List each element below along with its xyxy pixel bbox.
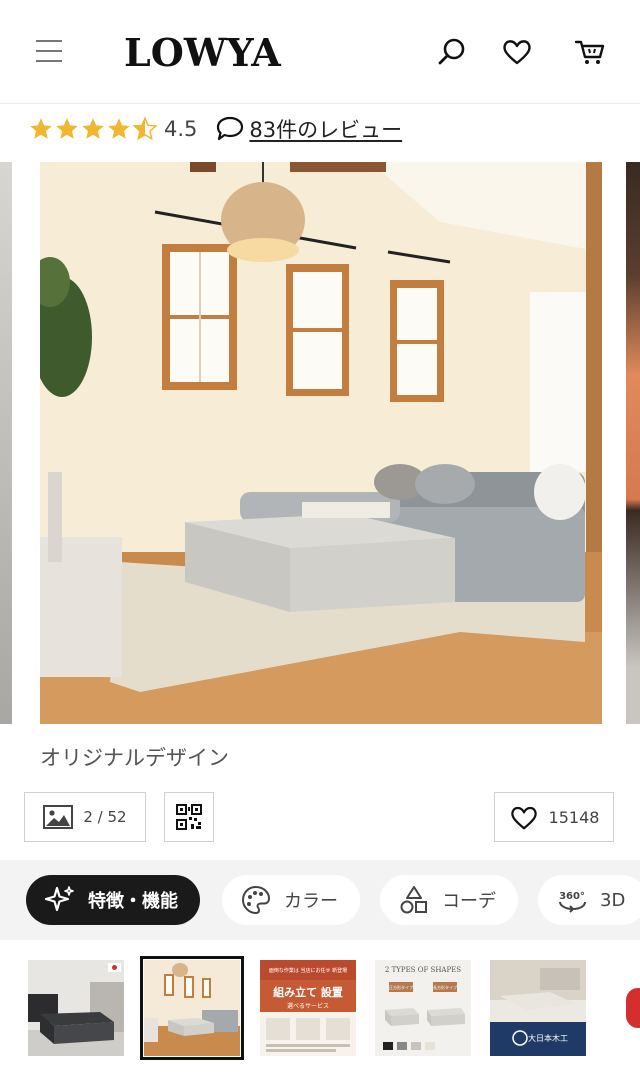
rating-value: 4.5 — [164, 117, 198, 141]
tab-label: カラー — [284, 891, 338, 912]
search-icon[interactable] — [436, 36, 468, 68]
tab-360-text: 360° — [559, 891, 585, 902]
thumbnail-5-brand[interactable]: 大日本木工 — [490, 960, 586, 1056]
palette-icon — [241, 885, 271, 915]
heart-icon[interactable] — [501, 36, 533, 68]
thumbnail-3-assembly[interactable]: 面倒な作業は 当店にお任せ 新登場 組み立て 設置 選べるサービス — [260, 960, 356, 1056]
sparkle-icon — [44, 886, 74, 912]
image-carousel[interactable] — [0, 162, 640, 724]
rotate-360-icon: 360° — [559, 891, 586, 913]
image-counter: 2 / 52 — [83, 808, 127, 826]
half-star-icon — [132, 116, 158, 141]
gallery-counter-button[interactable]: 2 / 52 — [24, 792, 146, 842]
svg-text:大日本木工: 大日本木工 — [528, 1033, 568, 1043]
star-icon — [108, 118, 130, 139]
next-image-peek[interactable] — [626, 162, 640, 724]
tab-3d[interactable]: 360° 3D — [538, 875, 640, 925]
star-icon — [56, 118, 78, 139]
cart-icon[interactable] — [574, 36, 606, 68]
qr-code-button[interactable] — [164, 792, 214, 842]
product-main-image[interactable] — [40, 162, 602, 724]
feature-tab-bar: 特徴・機能 カラー コーデ 360° 3D — [0, 860, 640, 940]
tab-color[interactable]: カラー — [222, 875, 360, 925]
star-rating — [28, 116, 158, 142]
tab-label: 3D — [600, 889, 626, 911]
star-icon — [30, 118, 52, 139]
speech-bubble-icon[interactable] — [215, 115, 245, 143]
image-icon — [43, 805, 74, 829]
svg-text:正方形タイプ: 正方形タイプ — [389, 984, 413, 990]
previous-image-peek[interactable] — [0, 162, 12, 724]
tab-label: 特徴・機能 — [88, 891, 178, 912]
thumbnail-strip: 面倒な作業は 当店にお任せ 新登場 組み立て 設置 選べるサービス 2 TYPE… — [0, 940, 640, 1080]
svg-text:組み立て 設置: 組み立て 設置 — [273, 985, 343, 999]
svg-text:長方形タイプ: 長方形タイプ — [433, 984, 457, 990]
favorite-button[interactable]: 15148 — [494, 792, 614, 842]
svg-text:2 TYPES OF SHAPES: 2 TYPES OF SHAPES — [385, 966, 461, 974]
heart-icon — [510, 806, 537, 830]
tab-label: コーデ — [442, 891, 496, 912]
image-caption: オリジナルデザイン — [40, 746, 229, 770]
qr-code-icon — [176, 804, 202, 830]
next-thumbnail-peek[interactable] — [626, 988, 640, 1028]
svg-text:面倒な作業は 当店にお任せ 新登場: 面倒な作業は 当店にお任せ 新登場 — [269, 967, 347, 974]
thumbnail-2[interactable] — [140, 956, 244, 1060]
tab-features[interactable]: 特徴・機能 — [26, 875, 200, 925]
tab-coordinate[interactable]: コーデ — [380, 875, 518, 925]
svg-text:選べるサービス: 選べるサービス — [287, 1002, 329, 1010]
thumbnail-1[interactable] — [28, 960, 124, 1056]
menu-icon[interactable] — [36, 40, 62, 62]
star-icon — [82, 118, 104, 139]
logo[interactable]: LOWYA — [124, 30, 281, 75]
shapes-icon — [400, 886, 427, 914]
rating-row: 4.5 83件のレビュー — [28, 112, 402, 146]
review-count-link[interactable]: 83件のレビュー — [249, 114, 402, 144]
favorite-count: 15148 — [548, 807, 600, 827]
thumbnail-4-shapes[interactable]: 2 TYPES OF SHAPES 正方形タイプ 長方形タイプ — [375, 960, 471, 1056]
header: LOWYA — [0, 0, 640, 104]
